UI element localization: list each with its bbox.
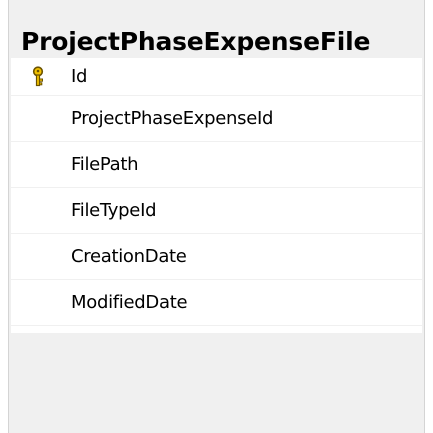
- column-list: Id ProjectPhaseExpenseId FilePath FileTy…: [11, 58, 422, 333]
- table-title: ProjectPhaseExpenseFile: [21, 27, 371, 56]
- column-name: FileTypeId: [71, 200, 157, 221]
- column-name: Id: [71, 66, 88, 87]
- column-row[interactable]: ProjectPhaseExpenseId: [11, 96, 422, 142]
- column-row-id[interactable]: Id: [11, 58, 422, 96]
- column-name: CreationDate: [71, 246, 187, 267]
- column-name: ProjectPhaseExpenseId: [71, 108, 274, 129]
- column-name: FilePath: [71, 154, 139, 175]
- column-row[interactable]: ModifiedDate: [11, 280, 422, 326]
- column-row[interactable]: CreationDate: [11, 234, 422, 280]
- column-name: ModifiedDate: [71, 292, 188, 313]
- table-box[interactable]: ProjectPhaseExpenseFile Id ProjectPhaseE…: [8, 0, 425, 433]
- primary-key-icon: [11, 54, 64, 99]
- column-row[interactable]: FilePath: [11, 142, 422, 188]
- column-row[interactable]: FileTypeId: [11, 188, 422, 234]
